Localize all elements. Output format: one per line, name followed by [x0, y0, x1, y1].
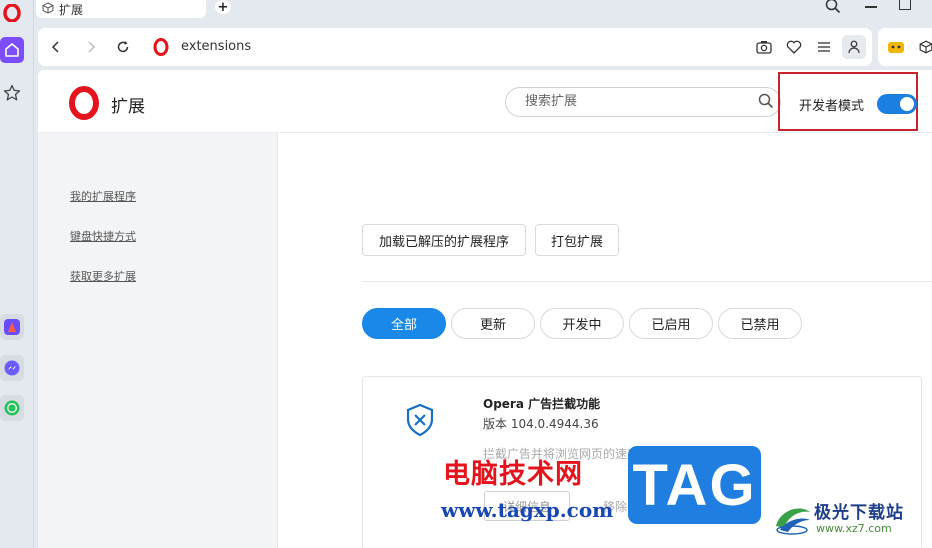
cube-icon — [42, 1, 54, 17]
filter-enabled[interactable]: 已启用 — [629, 308, 713, 339]
filter-updates[interactable]: 更新 — [451, 308, 535, 339]
extensions-cube-icon[interactable] — [916, 38, 932, 56]
watermark-tag-logo: TAG — [628, 446, 761, 524]
opera-menu-icon[interactable] — [0, 0, 24, 26]
pack-extension-button[interactable]: 打包扩展 — [535, 224, 619, 256]
heart-icon[interactable] — [784, 38, 804, 56]
address-bar: extensions — [38, 28, 872, 66]
search-icon[interactable] — [758, 93, 774, 113]
reload-icon[interactable] — [113, 38, 133, 56]
maximize-icon[interactable] — [899, 0, 911, 10]
nav-get-more-extensions[interactable]: 获取更多扩展 — [70, 268, 136, 284]
left-panel: 我的扩展程序 键盘快捷方式 获取更多扩展 — [38, 133, 278, 548]
dev-mode-toggle[interactable] — [877, 94, 917, 114]
watermark-site2-name: 极光下载站 — [814, 503, 904, 523]
home-icon[interactable] — [0, 37, 24, 63]
minimize-icon[interactable] — [865, 6, 877, 8]
bookmarks-star-icon[interactable] — [0, 80, 24, 106]
profile-icon[interactable] — [842, 35, 866, 59]
back-icon[interactable] — [46, 38, 66, 56]
camera-icon[interactable] — [754, 38, 774, 56]
filter-all[interactable]: 全部 — [362, 308, 446, 339]
page-title: 扩展 — [111, 97, 145, 117]
easy-setup-icon[interactable] — [814, 38, 834, 56]
page-header: 扩展 搜索扩展 开发者模式 — [38, 70, 932, 133]
toggle-knob — [900, 97, 914, 111]
nav-keyboard-shortcuts[interactable]: 键盘快捷方式 — [70, 228, 136, 244]
tab-title: 扩展 — [59, 2, 84, 17]
opera-logo — [68, 86, 100, 124]
aria-ai-icon[interactable] — [0, 314, 24, 340]
nav-my-extensions[interactable]: 我的扩展程序 — [70, 188, 136, 204]
search-input[interactable]: 搜索扩展 — [505, 87, 781, 117]
extension-version: 版本 104.0.4944.36 — [483, 417, 599, 431]
url-text[interactable]: extensions — [181, 39, 251, 54]
opera-page-icon — [151, 38, 171, 56]
load-unpacked-button[interactable]: 加载已解压的扩展程序 — [362, 224, 526, 256]
aurora-logo-icon — [772, 500, 814, 536]
messenger-icon[interactable] — [0, 355, 24, 381]
watermark-site-url: www.tagxp.com — [441, 498, 614, 522]
whatsapp-icon[interactable] — [0, 395, 24, 421]
watermark-site2-url: www.xz7.com — [816, 522, 892, 535]
new-tab-button[interactable]: + — [215, 0, 231, 15]
filter-developer[interactable]: 开发中 — [540, 308, 624, 339]
tab-extensions[interactable]: 扩展 — [36, 0, 206, 18]
dev-mode-label: 开发者模式 — [799, 99, 865, 114]
dev-mode-highlight: 开发者模式 — [778, 72, 918, 131]
extension-name: Opera 广告拦截功能 — [483, 397, 601, 411]
extensions-toolbar — [878, 28, 932, 66]
filter-disabled[interactable]: 已禁用 — [718, 308, 802, 339]
ad-blocker-shield-icon — [405, 403, 435, 441]
search-tabs-icon[interactable] — [825, 0, 841, 18]
divider — [362, 281, 932, 282]
extension-cat-icon[interactable] — [886, 38, 906, 56]
forward-icon[interactable] — [81, 38, 101, 56]
sidebar — [0, 0, 34, 548]
watermark-site-name: 电脑技术网 — [443, 459, 583, 490]
